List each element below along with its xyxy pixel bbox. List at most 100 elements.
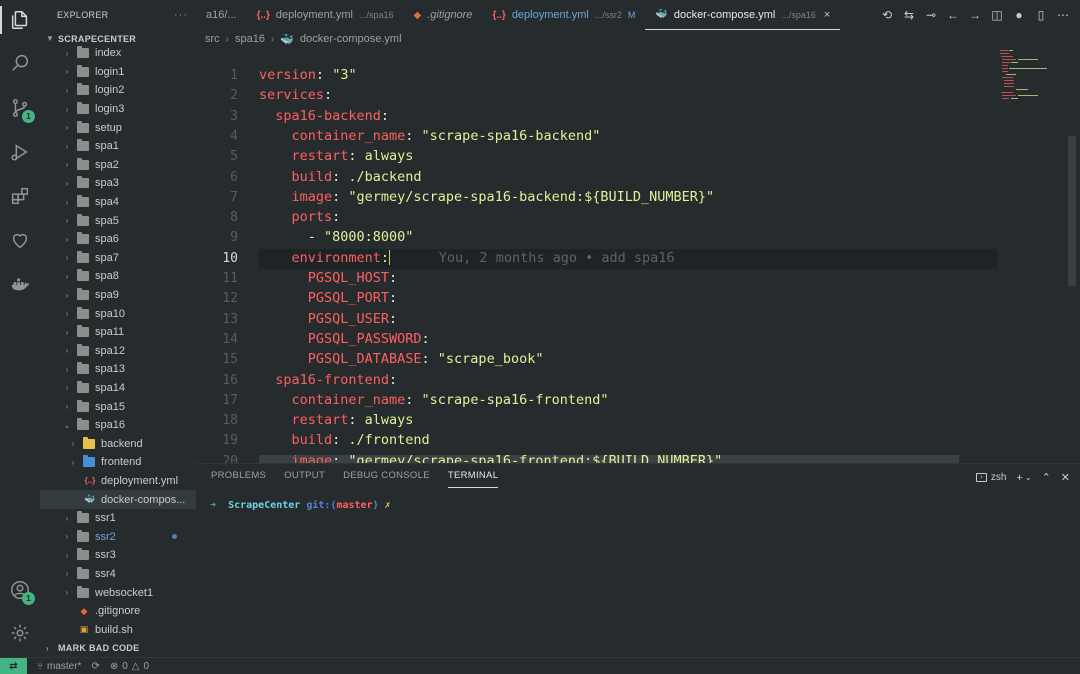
editor-tab[interactable]: a16/... [196, 0, 247, 30]
tree-item-label: spa3 [95, 177, 119, 190]
tree-item[interactable]: › login2 [40, 81, 196, 100]
tree-item[interactable]: › spa15 [40, 397, 196, 416]
chevron-down-icon[interactable]: ⌄ [1025, 473, 1032, 482]
chevron-right-icon: › [65, 513, 69, 523]
tree-item[interactable]: › spa3 [40, 174, 196, 193]
tree-item[interactable]: › spa8 [40, 267, 196, 286]
compare-icon[interactable]: ⇆ [902, 8, 916, 22]
tree-item[interactable]: › spa5 [40, 211, 196, 230]
maximize-panel-icon[interactable]: ⌃ [1042, 471, 1051, 484]
tree-item[interactable]: › frontend [40, 453, 196, 472]
tree-item[interactable]: ◆ .gitignore [40, 602, 196, 621]
editor-tab[interactable]: {..} deployment.yml .../ssr2 M [482, 0, 645, 30]
tree-item[interactable]: › backend [40, 434, 196, 453]
tree-item[interactable]: › spa2 [40, 156, 196, 175]
tree-item[interactable]: › ssr4 [40, 565, 196, 584]
yaml-value: "3" [332, 67, 357, 83]
breadcrumb-spa16[interactable]: spa16 [235, 33, 265, 45]
tree-item[interactable]: › spa7 [40, 249, 196, 268]
go-forward-icon[interactable]: → [968, 8, 982, 22]
settings-gear-icon[interactable] [7, 620, 33, 646]
panel-tabs: PROBLEMS OUTPUT DEBUG CONSOLE TERMINAL [211, 470, 499, 488]
search-icon[interactable] [7, 50, 33, 76]
code-line: PGSQL_PORT: [308, 290, 397, 306]
split-editor-icon[interactable]: ▯ [1034, 8, 1048, 22]
tree-item[interactable]: › ssr3 [40, 546, 196, 565]
terminal-selector[interactable]: › zsh [975, 472, 1006, 483]
terminal-prompt[interactable]: ➜ ScrapeCenter git:(master) ✗ [210, 500, 391, 511]
line-number: 15 [222, 352, 238, 368]
close-tab-icon[interactable]: × [824, 9, 830, 21]
folder-icon [77, 380, 89, 393]
tree-item[interactable]: › spa13 [40, 360, 196, 379]
mark-bad-code-section[interactable]: › MARK BAD CODE [40, 639, 139, 657]
code-line: PGSQL_HOST: [308, 270, 397, 286]
remote-indicator[interactable]: ⇄ [0, 657, 27, 674]
breadcrumb-file[interactable]: docker-compose.yml [300, 33, 401, 45]
problems-status[interactable]: ⊗ 0 △ 0 [110, 661, 149, 672]
panel-tab-terminal[interactable]: TERMINAL [447, 470, 499, 488]
new-terminal-icon[interactable]: + [1016, 472, 1022, 484]
docker-icon[interactable] [7, 271, 33, 297]
line-number: 19 [222, 433, 238, 449]
tree-item[interactable]: › login1 [40, 63, 196, 82]
tree-item-label: ssr1 [95, 512, 116, 525]
editor-tab[interactable]: {..} deployment.yml .../spa16 [247, 0, 404, 30]
tree-item[interactable]: 🐳 docker-compos... [40, 490, 196, 509]
tree-item[interactable]: › spa11 [40, 323, 196, 342]
tree-item[interactable]: › spa10 [40, 304, 196, 323]
sync-status[interactable]: ⟳ [91, 661, 99, 672]
chevron-right-icon: › [65, 141, 69, 151]
tree-item[interactable]: ▣ build.sh [40, 620, 196, 639]
open-changes-icon[interactable]: ◫ [990, 8, 1004, 22]
more-actions-icon[interactable]: ··· [174, 9, 188, 21]
editor-tab[interactable]: 🐳 docker-compose.yml .../spa16 × [645, 0, 841, 30]
yaml-key: image [291, 188, 333, 205]
close-panel-icon[interactable]: ✕ [1061, 471, 1070, 484]
panel-tab-output[interactable]: OUTPUT [284, 470, 325, 488]
tree-item-label: spa12 [95, 344, 125, 357]
chevron-right-icon: › [65, 234, 69, 244]
tree-item[interactable]: › ssr2 [40, 527, 196, 546]
breadcrumb-src[interactable]: src [205, 33, 220, 45]
tree-item-label: spa14 [95, 381, 125, 394]
folder-icon [77, 529, 89, 542]
tree-item[interactable]: {..} deployment.yml [40, 472, 196, 491]
tree-item[interactable]: › spa9 [40, 286, 196, 305]
yaml-key: PGSQL_PASSWORD [307, 330, 422, 347]
branch-status[interactable]: ⑂ master* [37, 661, 81, 672]
account-icon[interactable]: 1 [7, 577, 35, 605]
more-icon[interactable]: ⋯ [1056, 8, 1070, 22]
folder-icon [77, 139, 89, 152]
timeline-icon[interactable]: ⟲ [880, 8, 894, 22]
tree-item[interactable]: › spa12 [40, 342, 196, 361]
tree-item[interactable]: › spa14 [40, 379, 196, 398]
tree-item[interactable]: › spa4 [40, 193, 196, 212]
docker-file-icon: 🐳 [280, 33, 295, 46]
heart-icon[interactable] [7, 227, 33, 253]
editor-tab[interactable]: ◆ .gitignore [404, 0, 483, 30]
source-control-icon[interactable]: 1 [7, 95, 35, 123]
chevron-right-icon: › [65, 550, 69, 560]
tree-item[interactable]: › spa6 [40, 230, 196, 249]
tree-item-label: .gitignore [95, 605, 141, 618]
tree-item[interactable]: › login3 [40, 100, 196, 119]
run-debug-icon[interactable] [7, 139, 33, 165]
git-commit-icon[interactable]: ⊸ [924, 8, 938, 22]
extensions-icon[interactable] [7, 183, 33, 209]
go-back-icon[interactable]: ← [946, 8, 960, 22]
tree-item[interactable]: › spa1 [40, 137, 196, 156]
tree-item[interactable]: › index [40, 44, 196, 63]
tree-item[interactable]: › ssr1 [40, 509, 196, 528]
panel-tab-debug-console[interactable]: DEBUG CONSOLE [343, 470, 430, 488]
scrollbar-thumb[interactable] [1068, 136, 1076, 286]
github-icon[interactable]: ● [1012, 8, 1026, 22]
code-editor[interactable]: 1 version: "3" 2 services: 3 spa16-backend: 4 c… [196, 48, 1080, 463]
tree-item-label: spa15 [95, 400, 125, 413]
explorer-icon[interactable] [7, 7, 33, 33]
panel-tab-problems[interactable]: PROBLEMS [211, 470, 266, 488]
tree-item[interactable]: › setup [40, 118, 196, 137]
tree-item[interactable]: › websocket1 [40, 583, 196, 602]
yaml-colon: : [324, 87, 333, 104]
tree-item[interactable]: ⌄ spa16 [40, 416, 196, 435]
